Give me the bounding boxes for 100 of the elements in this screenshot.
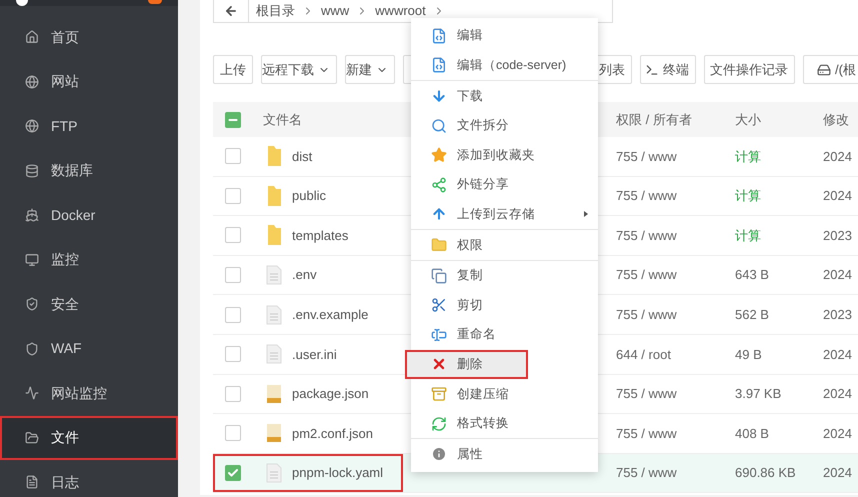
menu-item[interactable]: 添加到收藏夹 <box>411 140 598 170</box>
table-cell-text: 49 B <box>735 346 763 364</box>
folder-icon <box>431 236 447 253</box>
row-checkbox[interactable] <box>225 386 241 402</box>
table-cell-text: 2024 <box>823 424 852 443</box>
sidebar-item[interactable]: 监控 <box>0 238 178 282</box>
file-icon <box>266 344 282 364</box>
row-checkbox[interactable] <box>225 188 241 204</box>
table-cell-text: 690.86 KB <box>735 464 797 482</box>
archive-icon <box>431 386 447 402</box>
file-name[interactable]: public <box>292 186 326 206</box>
file-name[interactable]: package.json <box>292 384 369 404</box>
menu-item[interactable]: 重命名 <box>411 320 598 350</box>
menu-item[interactable]: 下载 <box>411 81 598 111</box>
copy-icon <box>431 268 447 284</box>
menu-item[interactable]: 属性 <box>411 439 598 469</box>
file-name[interactable]: .env.example <box>292 304 368 324</box>
monitor-icon <box>25 252 39 267</box>
table-cell-text: 755 / www <box>616 385 678 404</box>
row-checkbox[interactable] <box>225 267 241 284</box>
sidebar-item[interactable]: 首页 <box>0 15 178 60</box>
info-icon <box>431 446 447 462</box>
sidebar-item[interactable]: FTP <box>0 104 178 148</box>
check-icon <box>227 467 239 480</box>
breadcrumb-item[interactable]: 根目录 <box>256 0 295 20</box>
file-name[interactable]: pnpm-lock.yaml <box>292 463 384 483</box>
table-cell-text: 755 / www <box>616 424 678 443</box>
row-checkbox[interactable] <box>225 425 241 442</box>
table-cell-text: 2024 <box>823 385 852 404</box>
logo-icon <box>16 0 28 6</box>
document-icon <box>25 475 39 490</box>
menu-item[interactable]: 复制 <box>411 260 598 290</box>
folder-icon <box>266 184 282 207</box>
sidebar-item[interactable]: Docker <box>0 193 178 238</box>
file-name[interactable]: .env <box>292 265 317 285</box>
breadcrumb-item[interactable]: www <box>321 0 350 20</box>
sidebar-item[interactable]: 网站监控 <box>0 371 178 416</box>
rename-icon <box>431 326 447 343</box>
table-cell-text: 643 B <box>735 266 770 284</box>
breadcrumb-item[interactable]: wwwroot <box>375 0 426 20</box>
toolbar-button[interactable]: 文件操作记录 <box>704 55 795 84</box>
back-arrow-icon <box>224 4 238 18</box>
file-icon <box>266 304 282 325</box>
row-checkbox[interactable] <box>225 148 241 164</box>
column-header: 权限 / 所有者 <box>616 110 693 129</box>
menu-item[interactable]: 文件拆分 <box>411 110 598 140</box>
pulse-icon <box>25 386 39 400</box>
table-cell-text: 562 B <box>735 306 770 324</box>
menu-item[interactable]: 剪切 <box>411 290 598 320</box>
toolbar-button[interactable]: 上传 <box>213 55 253 84</box>
sidebar-item[interactable]: 日志 <box>0 460 178 497</box>
menu-item[interactable]: 上传到云存储 <box>411 200 598 230</box>
table-cell-text: 2023 <box>823 306 852 324</box>
column-header: 文件名 <box>263 110 302 129</box>
row-checkbox[interactable] <box>225 346 241 362</box>
toolbar-button[interactable]: 远程下载 <box>261 55 337 84</box>
table-cell-text: 2023 <box>823 226 852 245</box>
toolbar-button[interactable]: 终端 <box>640 55 696 84</box>
toolbar-button[interactable]: /(根 <box>803 55 858 84</box>
table-cell-text: 755 / www <box>616 148 678 166</box>
json-file-icon <box>266 384 282 404</box>
menu-item[interactable]: 创建压缩 <box>411 379 598 409</box>
file-icon <box>266 265 282 286</box>
menu-item[interactable]: 编辑（code-server) <box>411 50 598 80</box>
file-icon <box>266 463 282 484</box>
table-cell-text: 755 / www <box>616 306 678 324</box>
table-cell-text: 408 B <box>735 424 770 443</box>
row-checkbox[interactable] <box>225 306 241 323</box>
scissors-icon <box>431 297 447 314</box>
row-checkbox[interactable] <box>225 465 241 482</box>
file-name[interactable]: templates <box>292 226 348 246</box>
json-file-icon <box>266 423 282 444</box>
sidebar-item[interactable]: 安全 <box>0 282 178 326</box>
menu-item[interactable]: 外链分享 <box>411 170 598 200</box>
folder-icon <box>25 430 39 445</box>
row-checkbox[interactable] <box>225 227 241 244</box>
menu-item[interactable]: 删除 <box>405 350 528 380</box>
convert-icon <box>431 416 447 432</box>
database-icon <box>25 164 39 178</box>
menu-item[interactable]: 格式转换 <box>411 408 598 438</box>
globe-icon <box>25 74 39 89</box>
sidebar-item[interactable]: 数据库 <box>0 148 178 193</box>
file-name[interactable]: pm2.conf.json <box>292 424 373 444</box>
sidebar-item[interactable]: 文件 <box>0 416 178 460</box>
sidebar-item[interactable]: WAF <box>0 326 178 371</box>
shield-icon <box>25 297 39 312</box>
home-icon <box>25 30 39 44</box>
table-cell-text: 2024 <box>823 148 852 166</box>
file-name[interactable]: .user.ini <box>292 344 337 364</box>
folder-icon <box>266 145 282 168</box>
column-header: 修改 <box>823 110 849 129</box>
document-icon <box>431 57 447 74</box>
menu-item[interactable]: 编辑 <box>411 21 598 51</box>
select-all-checkbox[interactable] <box>225 112 241 128</box>
menu-item[interactable]: 权限 <box>411 230 598 260</box>
file-name[interactable]: dist <box>292 146 312 166</box>
toolbar-button[interactable]: 新建 <box>345 55 395 84</box>
sidebar-item[interactable]: 网站 <box>0 60 178 104</box>
table-cell-text: 755 / www <box>616 464 678 482</box>
table-cell-text: 755 / www <box>616 187 678 206</box>
